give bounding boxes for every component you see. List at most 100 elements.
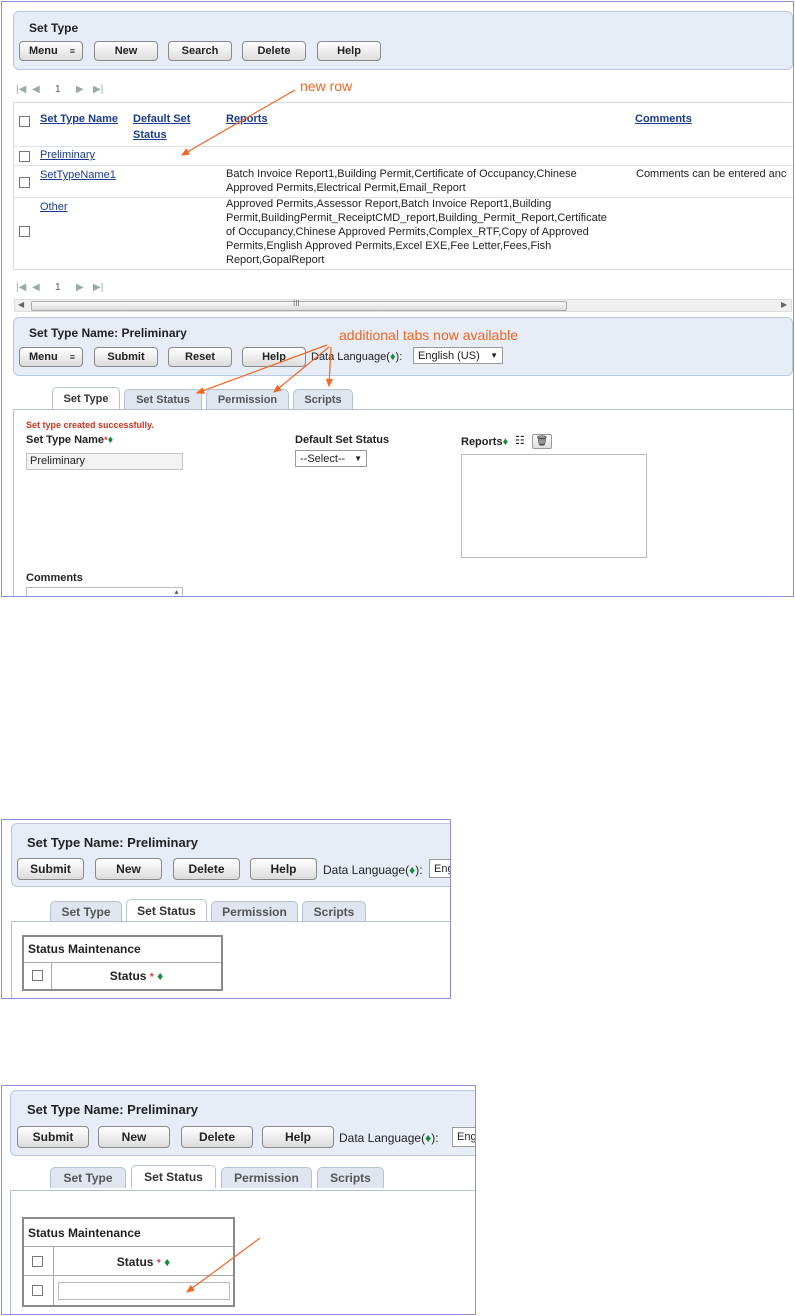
diamond-icon: ♦ [157, 969, 164, 983]
status-panel-title: Set Type Name: Preliminary [27, 1102, 198, 1117]
delete-button[interactable]: Delete [173, 858, 240, 880]
diamond-icon: ♦ [107, 434, 114, 446]
set-type-name-input[interactable]: Preliminary [26, 453, 183, 470]
tab-set-type[interactable]: Set Type [50, 901, 122, 922]
page-number: 1 [55, 84, 61, 95]
new-button[interactable]: New [95, 858, 162, 880]
data-language-label: Data Language(♦): [339, 1131, 439, 1145]
panel-title: Set Type [29, 21, 79, 35]
row-checkbox[interactable] [32, 1285, 43, 1296]
row-comments: Comments can be entered anc [636, 168, 787, 180]
new-button[interactable]: New [98, 1126, 170, 1148]
menu-caret-icon: ≡ [69, 45, 75, 56]
reset-button[interactable]: Reset [168, 347, 232, 367]
row-reports-line: of Occupancy,Chinese Approved Permits,Co… [226, 226, 589, 238]
scroll-right-icon[interactable]: ▶ [781, 300, 787, 309]
prev-page-icon[interactable]: ◀ [32, 282, 40, 293]
col-header-comments[interactable]: Comments [635, 112, 692, 127]
data-language-select[interactable]: English (US) ▼ [413, 347, 503, 364]
trash-icon[interactable]: 🗑 [532, 434, 552, 449]
submit-button[interactable]: Submit [17, 1126, 89, 1148]
menu-label: Menu [29, 351, 58, 363]
submit-button[interactable]: Submit [17, 858, 84, 880]
tab-scripts[interactable]: Scripts [293, 389, 353, 410]
diamond-icon: ♦ [164, 1255, 171, 1269]
row-name-link[interactable]: Other [40, 201, 68, 213]
col-header-reports[interactable]: Reports [226, 112, 268, 127]
delete-button[interactable]: Delete [181, 1126, 253, 1148]
tab-set-status[interactable]: Set Status [131, 1165, 216, 1188]
delete-button[interactable]: Delete [242, 41, 306, 61]
chevron-down-icon: ▼ [354, 454, 362, 463]
report-picker-icon[interactable]: ☷ [515, 434, 529, 448]
default-status-select[interactable]: --Select-- ▼ [295, 450, 367, 467]
help-button[interactable]: Help [262, 1126, 334, 1148]
first-page-icon[interactable]: |◀ [16, 84, 26, 95]
scroll-up-icon[interactable]: ▲ [173, 589, 180, 596]
comments-label: Comments [26, 572, 83, 584]
screenshot-status-new-row: Set Type Name: Preliminary Submit New De… [1, 1085, 476, 1315]
menu-label: Menu [29, 45, 58, 57]
select-all-checkbox[interactable] [32, 1256, 43, 1267]
help-button[interactable]: Help [250, 858, 317, 880]
col-header-name[interactable]: Set Type Name [40, 112, 118, 127]
tab-set-status[interactable]: Set Status [126, 899, 207, 922]
search-button[interactable]: Search [168, 41, 232, 61]
detail-panel: Set Type Name: Preliminary Menu ≡ Submit… [13, 317, 793, 376]
col-header-status-line2[interactable]: Status [133, 128, 167, 143]
row-checkbox[interactable] [19, 177, 30, 188]
scroll-grip-icon: III [293, 299, 300, 308]
row-name-link[interactable]: Preliminary [40, 149, 95, 161]
help-button[interactable]: Help [317, 41, 381, 61]
row-reports-line: Permit,BuildingPermit_ReceiptCMD_report,… [226, 212, 607, 224]
help-button[interactable]: Help [242, 347, 306, 367]
row-reports-line: Report,GopalReport [226, 254, 325, 266]
status-maintenance-table: Status Maintenance Status * ♦ [22, 1217, 235, 1307]
select-all-checkbox[interactable] [19, 116, 30, 127]
next-page-icon[interactable]: ▶ [76, 84, 84, 95]
tab-permission[interactable]: Permission [211, 901, 298, 922]
comments-textarea[interactable]: ▲ [26, 587, 183, 596]
menu-caret-icon: ≡ [69, 351, 75, 362]
scroll-left-icon[interactable]: ◀ [18, 300, 24, 309]
status-column-header: Status * ♦ [116, 1255, 171, 1269]
row-name-link[interactable]: SetTypeName1 [40, 169, 116, 181]
reports-listbox[interactable] [461, 454, 647, 558]
col-header-status-line1[interactable]: Default Set [133, 112, 190, 127]
status-maintenance-title: Status Maintenance [28, 942, 141, 956]
tab-set-type[interactable]: Set Type [52, 387, 120, 410]
prev-page-icon[interactable]: ◀ [32, 84, 40, 95]
row-reports-line: Approved Permits,Electrical Permit,Email… [226, 182, 466, 194]
tab-permission[interactable]: Permission [206, 389, 289, 410]
tab-permission[interactable]: Permission [221, 1167, 312, 1188]
menu-button[interactable]: Menu ≡ [19, 41, 83, 61]
tab-scripts[interactable]: Scripts [302, 901, 366, 922]
tab-set-type[interactable]: Set Type [50, 1167, 126, 1188]
row-checkbox[interactable] [19, 151, 30, 162]
data-language-select[interactable]: Eng [452, 1127, 475, 1147]
next-page-icon[interactable]: ▶ [76, 282, 84, 293]
set-type-name-label: Set Type Name*♦ [26, 434, 114, 446]
data-language-select[interactable]: Eng [429, 859, 450, 878]
menu-button[interactable]: Menu ≡ [19, 347, 83, 367]
last-page-icon[interactable]: ▶| [93, 282, 103, 293]
tab-scripts[interactable]: Scripts [317, 1167, 384, 1188]
success-message: Set type created successfully. [26, 420, 154, 430]
required-icon: * [156, 1258, 161, 1269]
last-page-icon[interactable]: ▶| [93, 84, 103, 95]
submit-button[interactable]: Submit [94, 347, 158, 367]
status-input[interactable] [58, 1282, 230, 1300]
annotation-new-row: new row [300, 78, 353, 94]
diamond-icon: ♦ [502, 436, 509, 448]
first-page-icon[interactable]: |◀ [16, 282, 26, 293]
new-button[interactable]: New [94, 41, 158, 61]
data-language-label: Data Language(♦): [311, 351, 403, 363]
status-panel: Set Type Name: Preliminary Submit New De… [11, 823, 450, 887]
horizontal-scrollbar[interactable]: ◀ III ▶ [14, 299, 792, 312]
screenshot-status-tab: Set Type Name: Preliminary Submit New De… [1, 819, 451, 999]
tab-set-status[interactable]: Set Status [124, 389, 202, 410]
row-checkbox[interactable] [19, 226, 30, 237]
select-all-checkbox[interactable] [32, 970, 43, 981]
row-reports-line: Approved Permits,Assessor Report,Batch I… [226, 198, 552, 210]
status-panel: Set Type Name: Preliminary Submit New De… [10, 1090, 475, 1156]
